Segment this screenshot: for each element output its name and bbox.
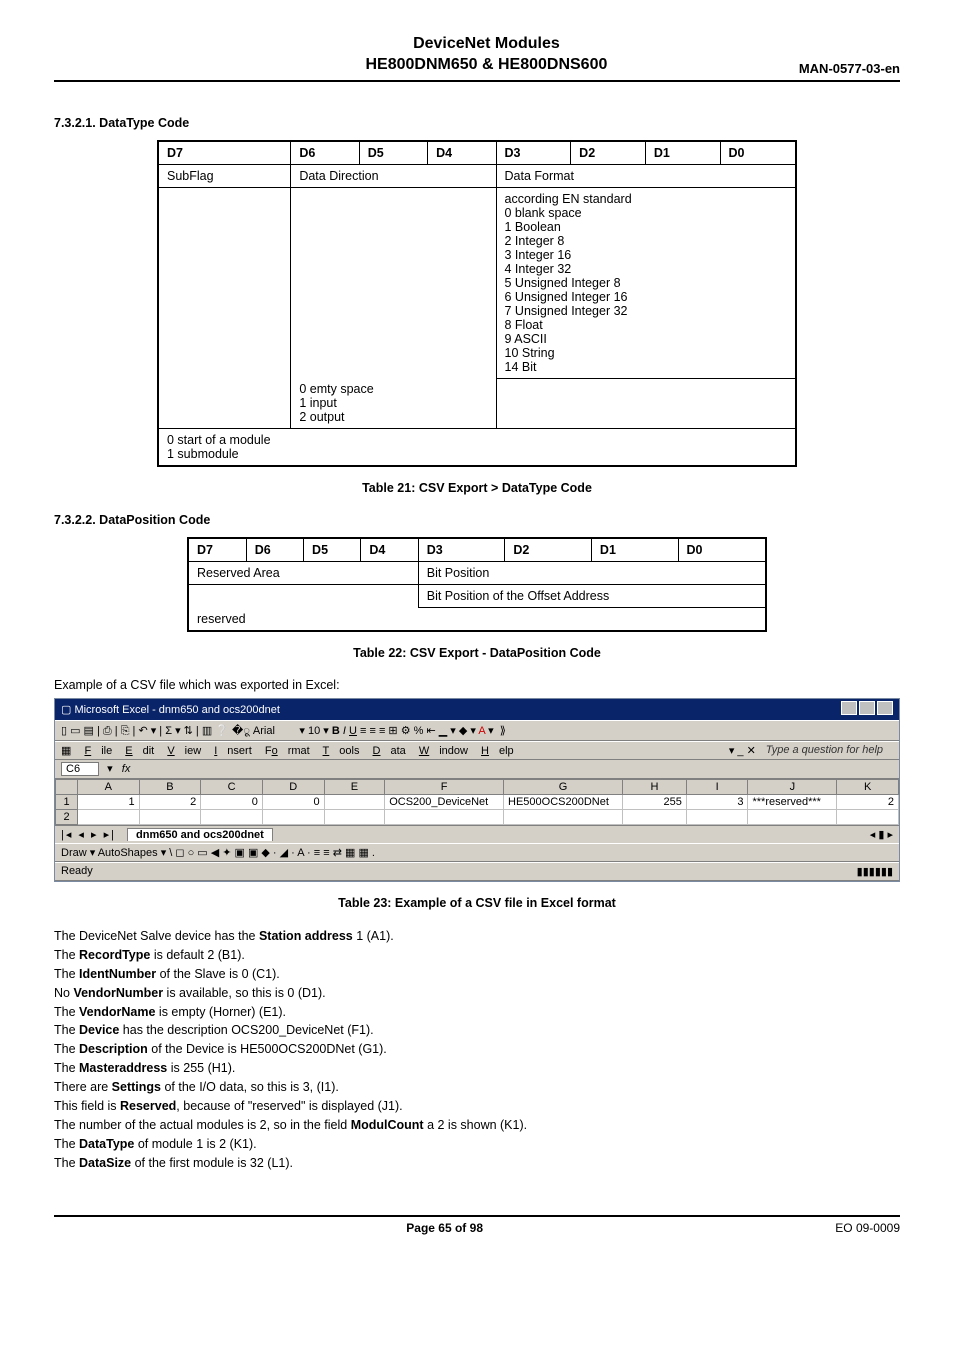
note-line: The RecordType is default 2 (B1). [54,947,900,964]
note-line: The number of the actual modules is 2, s… [54,1117,900,1134]
help-search[interactable]: Type a question for help [766,744,883,756]
sheet-nav-icons[interactable]: |◂ ◂ ▸ ▸| [61,829,116,841]
menu-insert[interactable]: Insert [214,745,252,757]
table23-caption: Table 23: Example of a CSV file in Excel… [54,896,900,910]
page-header: DeviceNet ModulesHE800DNM650 & HE800DNS6… [54,34,900,82]
excel-window: ▢ Microsoft Excel - dnm650 and ocs200dne… [54,698,900,882]
status-bar: Ready▮▮▮▮▮▮ [55,862,899,881]
table-row: 2 [56,810,899,825]
field-notes: The DeviceNet Salve device has the Stati… [54,928,900,1171]
page-footer: Page 65 of 98 EO 09-0009 [54,1215,900,1235]
drawing-toolbar[interactable]: Draw ▾ AutoShapes ▾ \ ◻ ○ ▭ ◀ ✦ ▣ ▣ ◆ · … [55,843,899,862]
excel-app-icon: ▢ [61,704,74,716]
menu-window[interactable]: Window [419,745,468,757]
note-line: The VendorName is empty (Horner) (E1). [54,1004,900,1021]
note-line: The Masteraddress is 255 (H1). [54,1060,900,1077]
note-line: The Description of the Device is HE500OC… [54,1041,900,1058]
doc-title: DeviceNet ModulesHE800DNM650 & HE800DNS6… [174,34,799,76]
sheet-tabs[interactable]: |◂ ◂ ▸ ▸| dnm650 and ocs200dnet ◂ ▮ ▸ [55,825,899,843]
section-7322-title: 7.3.2.2. DataPosition Code [54,513,900,527]
workbook-icon: ▦ [61,745,71,757]
minimize-icon [841,701,857,715]
table22-caption: Table 22: CSV Export - DataPosition Code [54,646,900,660]
note-line: The IdentNumber of the Slave is 0 (C1). [54,966,900,983]
menu-data[interactable]: Data [373,745,406,757]
close-icon [877,701,893,715]
doc-number: MAN-0577-03-en [799,61,900,76]
note-line: There are Settings of the I/O data, so t… [54,1079,900,1096]
section-7321-title: 7.3.2.1. DataType Code [54,116,900,130]
excel-titlebar[interactable]: ▢ Microsoft Excel - dnm650 and ocs200dne… [55,699,899,720]
spreadsheet-grid[interactable]: ABCDEFGHIJK 11200OCS200_DeviceNetHE500OC… [55,779,899,825]
sheet-tab-active[interactable]: dnm650 and ocs200dnet [127,828,273,841]
dataposition-code-table: D7D6D5D4D3D2D1D0 Reserved AreaBit Positi… [187,537,767,632]
menu-bar[interactable]: ▦ File Edit View Insert Format Tools Dat… [55,741,899,760]
name-box[interactable]: C6 [61,762,99,776]
window-buttons[interactable] [839,701,893,718]
standard-toolbar[interactable]: ▯ ▭ ▤ | ⎙ | ⎘ | ↶ ▾ | Σ ▾ ⇅ | ▥ ❔ �ू Ari… [55,720,899,741]
menu-format[interactable]: Format [265,745,310,757]
fx-icon[interactable]: fx [122,763,131,775]
note-line: The Device has the description OCS200_De… [54,1022,900,1039]
note-line: The DataType of module 1 is 2 (K1). [54,1136,900,1153]
datatype-code-table: D7D6D5D4D3D2D1D0 SubFlagData DirectionDa… [157,140,797,468]
menu-edit[interactable]: Edit [125,745,154,757]
csv-intro: Example of a CSV file which was exported… [54,678,900,692]
menu-tools[interactable]: Tools [323,745,360,757]
menu-help[interactable]: Help [481,745,514,757]
menu-file[interactable]: File [84,745,112,757]
note-line: The DataSize of the first module is 32 (… [54,1155,900,1172]
note-line: The DeviceNet Salve device has the Stati… [54,928,900,945]
maximize-icon [859,701,875,715]
formula-bar[interactable]: C6▾ fx [55,760,899,779]
menu-view[interactable]: View [167,745,201,757]
note-line: This field is Reserved, because of "rese… [54,1098,900,1115]
table21-caption: Table 21: CSV Export > DataType Code [54,481,900,495]
table-row: 11200OCS200_DeviceNetHE500OCS200DNet2553… [56,795,899,810]
note-line: No VendorNumber is available, so this is… [54,985,900,1002]
